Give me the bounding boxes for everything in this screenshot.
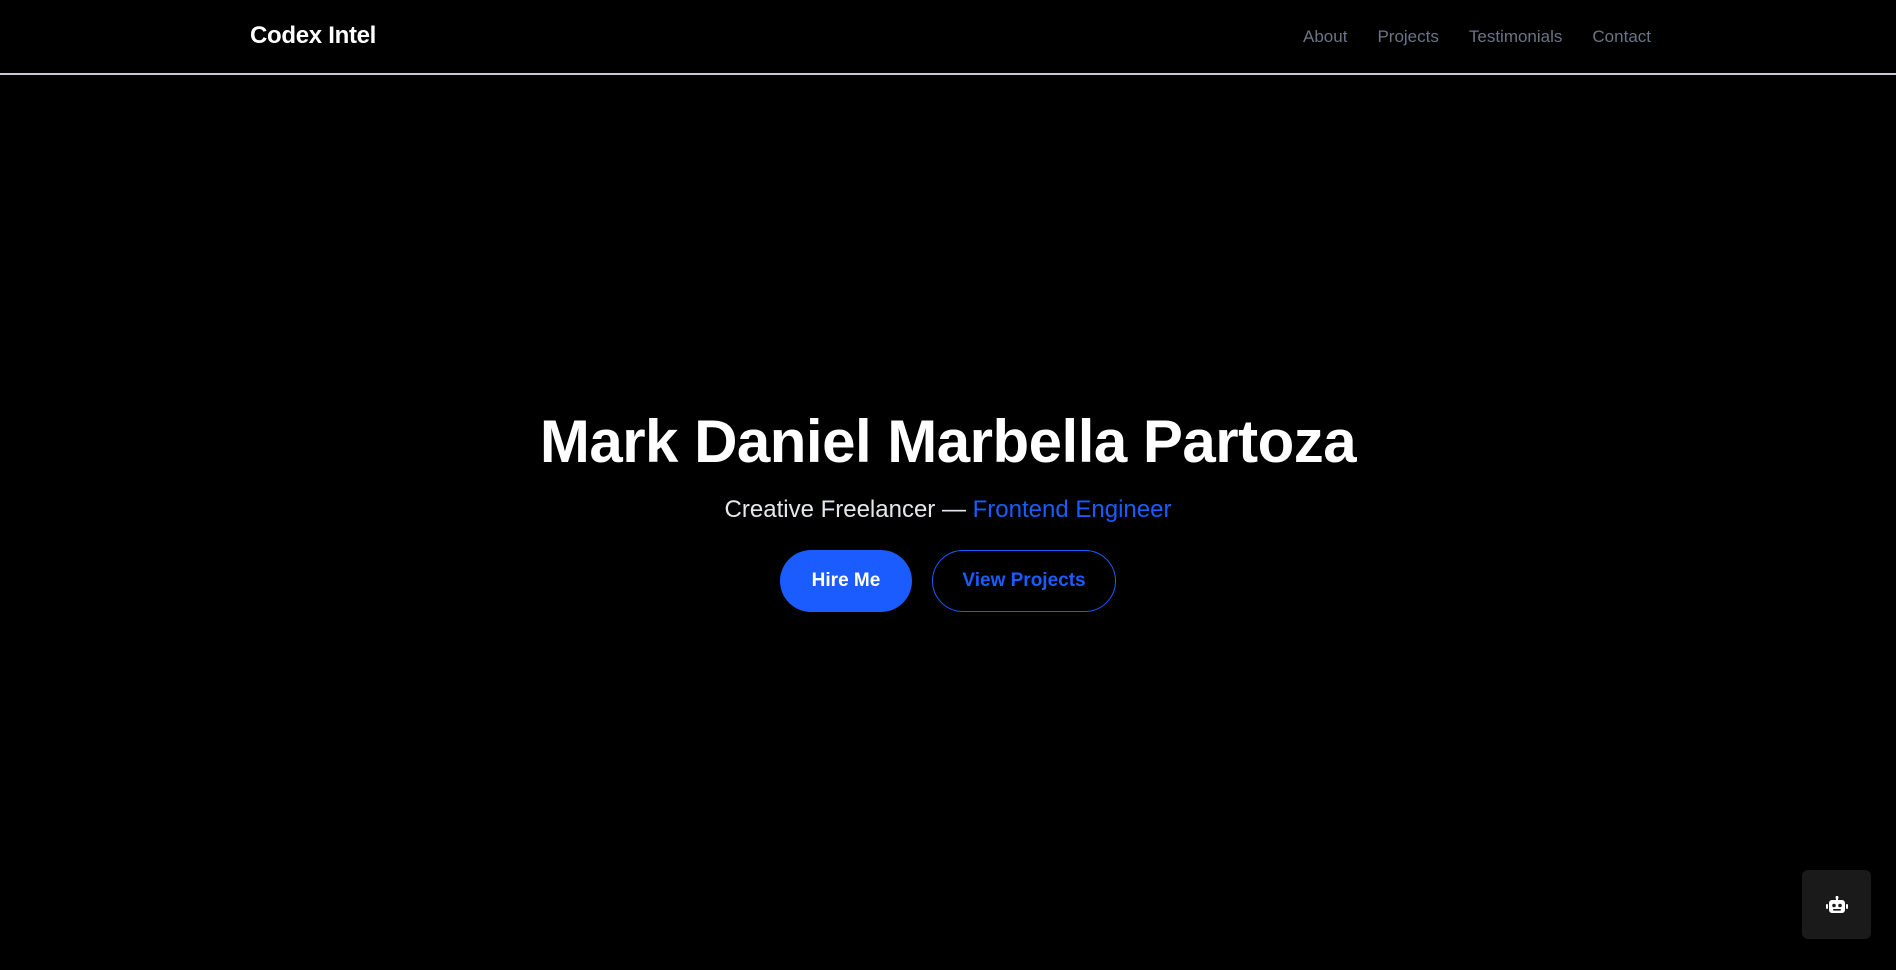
nav-link-about[interactable]: About <box>1303 27 1347 47</box>
hero-section: Mark Daniel Marbella Partoza Creative Fr… <box>0 400 1896 612</box>
view-projects-button[interactable]: View Projects <box>932 550 1116 612</box>
page: Codex Intel About Projects Testimonials … <box>0 0 1896 970</box>
robot-icon <box>1825 895 1848 913</box>
brand-logo[interactable]: Codex Intel <box>250 22 376 50</box>
hero-title: Mark Daniel Marbella Partoza <box>539 408 1357 475</box>
navbar: Codex Intel About Projects Testimonials … <box>0 0 1896 75</box>
nav-link-testimonials[interactable]: Testimonials <box>1469 27 1563 47</box>
hero-subtitle-prefix: Creative Freelancer — <box>724 496 973 523</box>
chatbot-button[interactable] <box>1802 870 1871 939</box>
hero-subtitle-accent: Frontend Engineer <box>972 496 1172 523</box>
nav-links: About Projects Testimonials Contact <box>1273 27 1651 47</box>
hire-me-button[interactable]: Hire Me <box>780 550 912 612</box>
hero-buttons: Hire Me View Projects <box>0 550 1896 612</box>
hero-subtitle: Creative Freelancer — Frontend Engineer <box>0 494 1896 526</box>
nav-link-contact[interactable]: Contact <box>1592 27 1651 47</box>
nav-link-projects[interactable]: Projects <box>1377 27 1438 47</box>
